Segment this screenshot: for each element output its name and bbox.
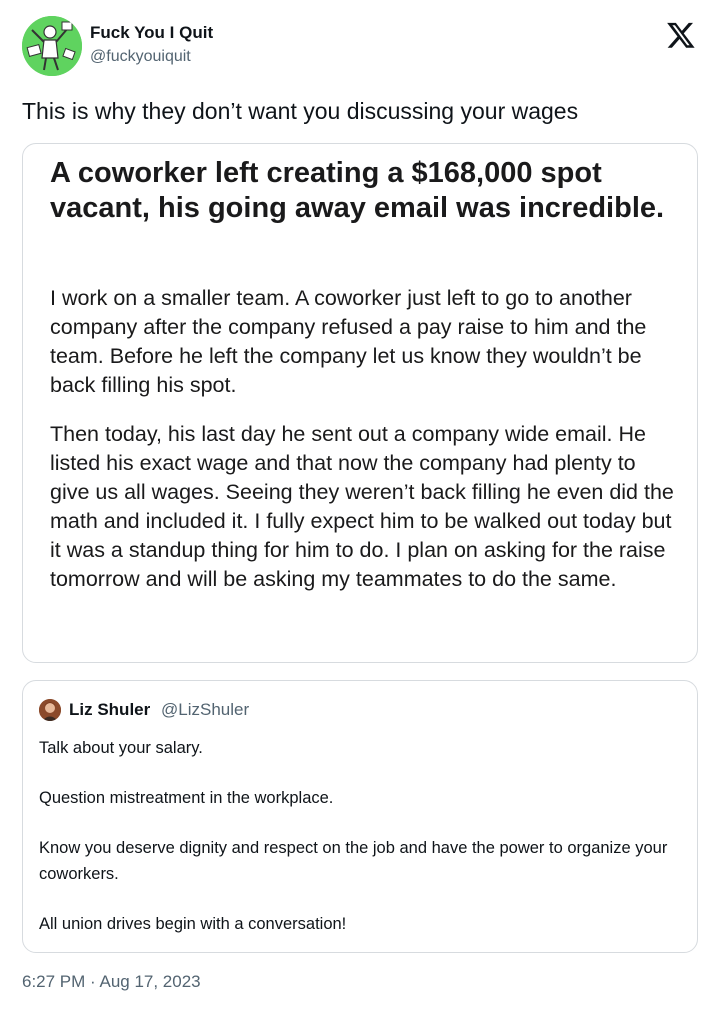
post-paragraph: Then today, his last day he sent out a c… [50,422,674,591]
quoted-paragraph: All union drives begin with a conversati… [39,915,347,933]
quoted-paragraph: Talk about your salary. [39,739,203,757]
author-avatar[interactable] [22,16,82,76]
tweet-timestamp[interactable]: 6:27 PM · Aug 17, 2023 [22,972,201,992]
post-title: A coworker left creating a $168,000 spot… [50,157,665,224]
avatar-icon [39,699,61,721]
cartoon-figure-icon [22,16,82,76]
post-paragraph: I work on a smaller team. A coworker jus… [50,286,647,397]
quoted-tweet-card[interactable]: Liz Shuler @LizShuler Talk about your sa… [22,680,698,953]
post-body: I work on a smaller team. A coworker jus… [50,284,680,614]
quoted-paragraph: Know you deserve dignity and respect on … [39,839,668,883]
embedded-post-card: A coworker left creating a $168,000 spot… [22,143,698,663]
author-names: Fuck You I Quit @fuckyouiquit [90,22,213,68]
tweet-header: Fuck You I Quit @fuckyouiquit [22,16,698,80]
quoted-paragraph: Question mistreatment in the workplace. [39,789,334,807]
tweet-text: This is why they don’t want you discussi… [22,98,579,124]
author-handle[interactable]: @fuckyouiquit [90,46,213,68]
author-display-name[interactable]: Fuck You I Quit [90,22,213,44]
quoted-author-handle[interactable]: @LizShuler [161,700,249,720]
quoted-author-avatar[interactable] [39,699,61,721]
quoted-tweet-body: Talk about your salary. Question mistrea… [39,735,679,961]
x-logo-icon[interactable] [666,20,696,50]
quoted-author-name[interactable]: Liz Shuler [69,700,150,720]
tweet-container: Fuck You I Quit @fuckyouiquit This is wh… [0,0,720,1013]
